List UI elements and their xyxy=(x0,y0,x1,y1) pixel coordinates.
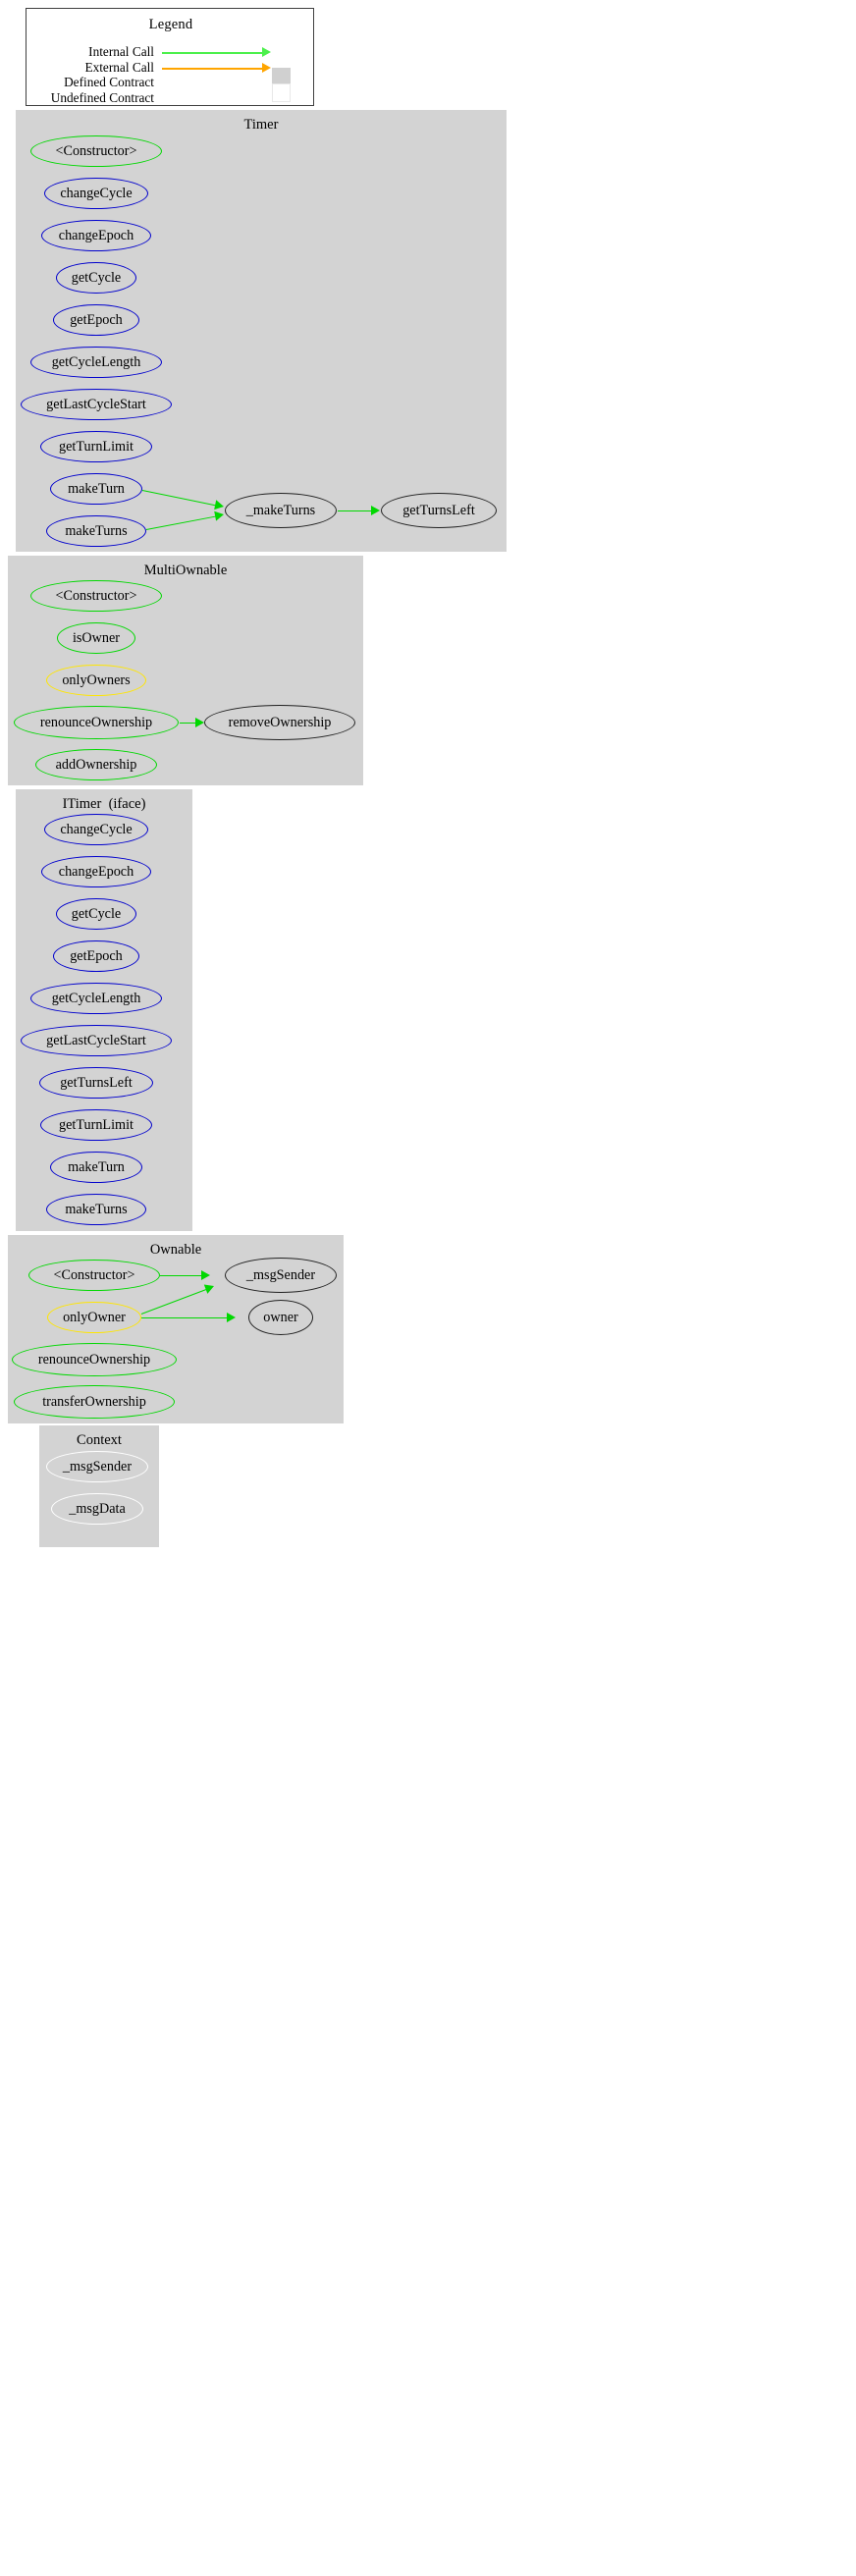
legend-row: Internal Call xyxy=(27,44,315,62)
cluster-context: Context xyxy=(39,1425,159,1547)
call-edge xyxy=(338,510,372,511)
graph-node[interactable]: makeTurn xyxy=(50,1152,142,1183)
graph-node[interactable]: _msgSender xyxy=(46,1451,148,1482)
arrow-icon xyxy=(214,510,225,521)
legend-label: Defined Contract xyxy=(64,75,154,89)
graph-node[interactable]: addOwnership xyxy=(35,749,157,780)
legend-panel: Legend Internal Call External Call Defined… xyxy=(26,8,314,106)
graph-node[interactable]: renounceOwnership xyxy=(14,706,179,739)
arrow-icon xyxy=(195,718,204,727)
graph-node[interactable]: getTurnLimit xyxy=(40,431,152,462)
graph-node[interactable]: renounceOwnership xyxy=(12,1343,177,1376)
cluster-title: ITimer (iface) xyxy=(62,796,146,812)
call-edge xyxy=(180,723,196,724)
graph-node[interactable]: getCycle xyxy=(56,898,136,930)
graph-node[interactable]: changeEpoch xyxy=(41,220,151,251)
graph-node[interactable]: <Constructor> xyxy=(30,135,162,167)
call-edge xyxy=(141,1317,228,1318)
graph-node[interactable]: getCycle xyxy=(56,262,136,294)
graph-node[interactable]: owner xyxy=(248,1300,313,1335)
arrow-icon xyxy=(262,47,271,57)
graph-node[interactable]: getTurnsLeft xyxy=(381,493,497,528)
graph-node[interactable]: transferOwnership xyxy=(14,1385,175,1419)
graph-node[interactable]: getCycleLength xyxy=(30,983,162,1014)
legend-swatch-sample xyxy=(272,82,291,102)
legend-line-sample xyxy=(162,67,264,70)
legend-label: External Call xyxy=(84,59,154,75)
graph-node[interactable]: getLastCycleStart xyxy=(21,1025,172,1056)
graph-node[interactable]: changeEpoch xyxy=(41,856,151,887)
cluster-title: Ownable xyxy=(149,1242,202,1258)
cluster-title: MultiOwnable xyxy=(143,563,228,578)
arrow-icon xyxy=(227,1313,236,1322)
graph-node[interactable]: getTurnsLeft xyxy=(39,1067,153,1099)
call-edge xyxy=(160,1275,202,1276)
graph-node[interactable]: onlyOwners xyxy=(46,665,146,696)
graph-node[interactable]: removeOwnership xyxy=(204,705,355,740)
graph-node[interactable]: changeCycle xyxy=(44,178,148,209)
graph-node[interactable]: isOwner xyxy=(57,622,135,654)
legend-title: Legend xyxy=(148,17,193,32)
graph-node[interactable]: getEpoch xyxy=(53,304,139,336)
graph-node[interactable]: onlyOwner xyxy=(47,1302,141,1333)
legend-line-sample xyxy=(162,52,264,55)
graph-node[interactable]: makeTurn xyxy=(50,473,142,505)
arrow-icon xyxy=(262,62,271,73)
graph-node[interactable]: changeCycle xyxy=(44,814,148,845)
graph-node[interactable]: makeTurns xyxy=(46,1194,146,1225)
callgraph-canvas: Legend Internal Call External Call Defined… xyxy=(0,0,856,2576)
graph-node[interactable]: getCycleLength xyxy=(30,347,162,378)
graph-node[interactable]: getEpoch xyxy=(53,940,139,972)
graph-node[interactable]: _msgData xyxy=(51,1493,143,1525)
legend-label: Undefined Contract xyxy=(50,89,154,105)
graph-node[interactable]: _msgSender xyxy=(225,1258,337,1293)
graph-node[interactable]: getLastCycleStart xyxy=(21,389,172,420)
legend-row: Undefined Contract xyxy=(27,82,315,108)
arrow-icon xyxy=(371,506,380,515)
graph-node[interactable]: <Constructor> xyxy=(28,1260,160,1291)
arrow-icon xyxy=(201,1270,210,1280)
legend-label: Internal Call xyxy=(88,44,154,59)
graph-node[interactable]: <Constructor> xyxy=(30,580,162,612)
graph-node[interactable]: _makeTurns xyxy=(225,493,337,528)
cluster-title: Context xyxy=(77,1432,122,1448)
graph-node[interactable]: makeTurns xyxy=(46,515,146,547)
graph-node[interactable]: getTurnLimit xyxy=(40,1109,152,1141)
cluster-title: Timer xyxy=(243,117,279,133)
